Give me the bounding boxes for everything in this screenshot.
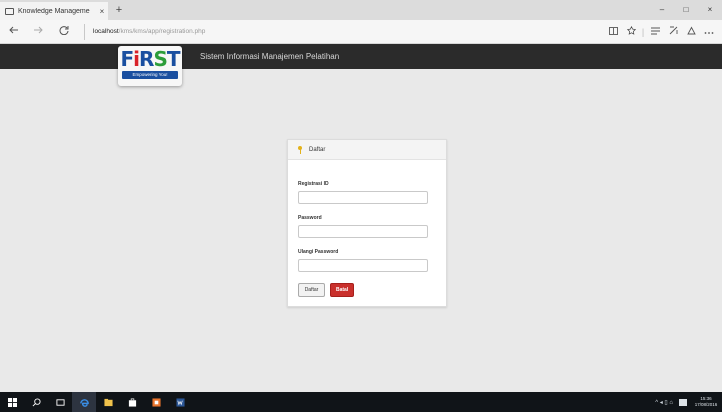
taskbar-apps [0,392,192,412]
batal-button[interactable]: Batal [330,283,354,297]
logo-tagline: Empowering You! [122,71,178,79]
minimize-button[interactable]: – [650,0,674,20]
address-path: /kms/kms/app/registration.php [118,28,206,35]
hub-icon[interactable] [646,24,664,40]
web-note-icon[interactable] [664,24,682,40]
search-icon[interactable] [24,392,48,412]
tab-page-icon [5,7,14,15]
address-bar[interactable]: localhost/kms/kms/app/registration.php [84,24,574,40]
password-label: Password [298,215,322,221]
star-icon[interactable] [622,24,640,40]
browser-nav-bar: localhost/kms/kms/app/registration.php | [0,20,722,44]
more-icon[interactable] [700,24,718,40]
password-input[interactable] [298,225,428,238]
tab-title: Knowledge Manageme [18,7,90,15]
edge-icon[interactable] [72,392,96,412]
app-title: Sistem Informasi Manajemen Pelatihan [200,52,340,61]
key-icon [297,145,303,154]
tab-close-icon[interactable]: × [96,7,108,16]
panel-header: Daftar [288,140,446,160]
share-icon[interactable] [682,24,700,40]
back-arrow-icon[interactable] [6,24,22,40]
repeat-password-label: Ulangi Password [298,249,339,255]
repeat-password-input[interactable] [298,259,428,272]
first-logo[interactable]: FiRST Empowering You! [118,46,182,86]
window-controls: – □ × [650,0,722,20]
logo-wordmark: FiRST [120,47,181,71]
reading-view-icon[interactable] [604,24,622,40]
registration-id-label: Registrasi ID [298,181,329,187]
new-tab-button[interactable]: + [112,3,126,17]
registration-panel: Daftar Registrasi ID Password Ulangi Pas… [287,139,447,307]
browser-tab[interactable]: Knowledge Manageme × [0,2,108,20]
clock-date: 17/08/2016 [694,402,718,407]
file-explorer-icon[interactable] [96,392,120,412]
form-actions: Daftar Batal [298,283,436,297]
address-host: localhost [93,28,119,35]
registration-id-input[interactable] [298,191,428,204]
app-icon[interactable] [144,392,168,412]
notification-icon[interactable] [679,398,687,406]
windows-taskbar: ^ ◂ ▯ ⌂ 15:36 17/08/2016 [0,392,722,412]
maximize-button[interactable]: □ [674,0,698,20]
tray-icons[interactable]: ^ ◂ ▯ ⌂ [655,399,673,406]
refresh-icon[interactable] [56,24,72,40]
store-icon[interactable] [120,392,144,412]
browser-tab-strip: Knowledge Manageme × + – □ × [0,0,722,20]
registration-form: Registrasi ID Password Ulangi Password D… [288,181,446,297]
panel-title: Daftar [309,146,326,153]
close-window-button[interactable]: × [698,0,722,20]
task-view-icon[interactable] [48,392,72,412]
taskbar-clock[interactable]: 15:36 17/08/2016 [693,396,719,408]
start-icon[interactable] [0,392,24,412]
browser-toolbar-right: | [604,24,718,40]
system-tray: ^ ◂ ▯ ⌂ 15:36 17/08/2016 [655,392,722,412]
daftar-button[interactable]: Daftar [298,283,325,297]
word-icon[interactable] [168,392,192,412]
app-header: Sistem Informasi Manajemen Pelatihan [0,44,722,69]
forward-arrow-icon[interactable] [30,24,46,40]
